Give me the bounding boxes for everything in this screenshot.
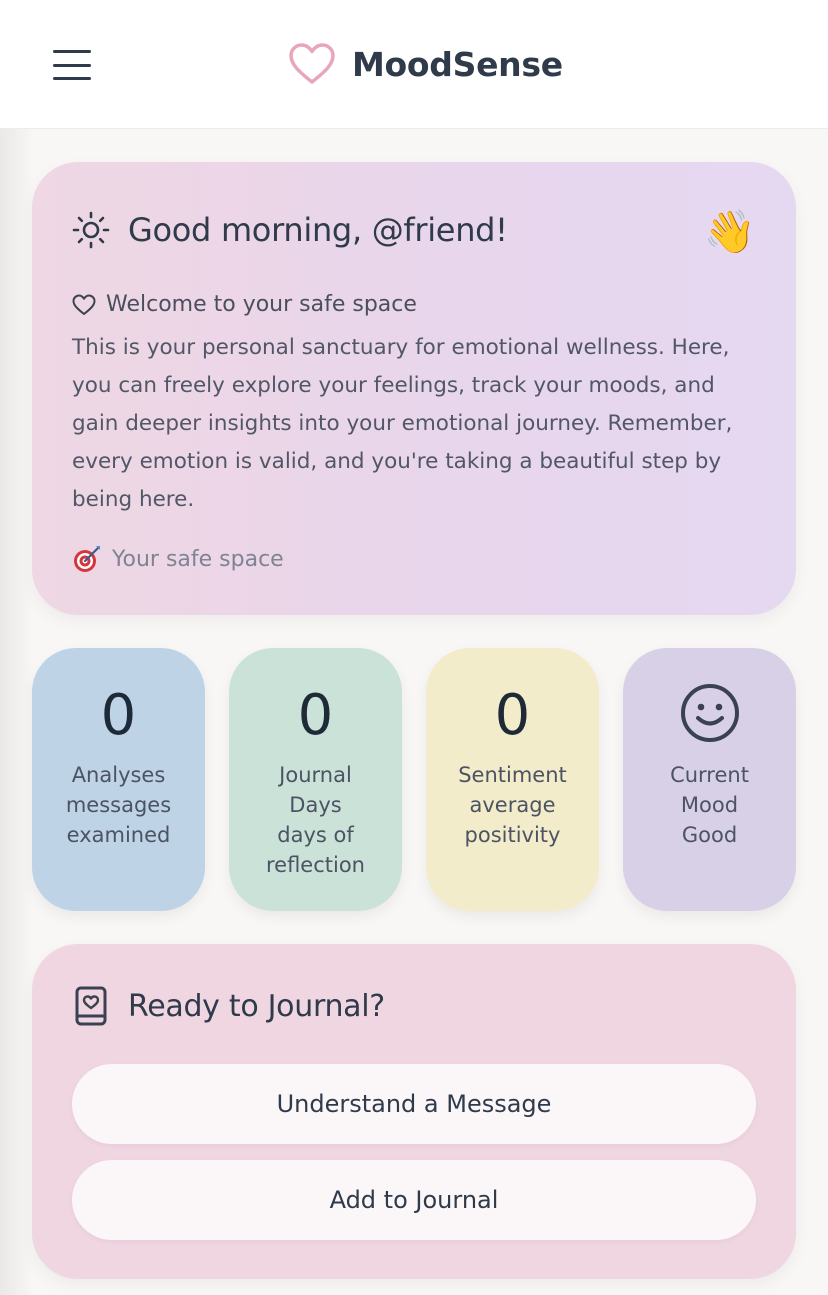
- stat-label: Journal Days: [279, 763, 352, 817]
- add-to-journal-button[interactable]: Add to Journal: [72, 1160, 756, 1240]
- stat-sub: messages examined: [32, 790, 205, 850]
- journal-book-icon: [75, 986, 107, 1026]
- welcome-body: This is your personal sanctuary for emot…: [72, 335, 733, 512]
- stat-sub-text: messages examined: [65, 793, 172, 847]
- stat-value: 0: [297, 683, 334, 748]
- stat-value: 0: [100, 683, 137, 748]
- heart-outline-icon: [289, 43, 335, 84]
- stat-card-current-mood[interactable]: Current Mood Good: [623, 648, 796, 911]
- waving-hand-icon: 👋: [703, 207, 756, 256]
- journal-title-row: Ready to Journal?: [74, 986, 385, 1026]
- edge-shadow: [0, 0, 34, 1295]
- stat-value: 0: [494, 683, 531, 748]
- safe-space-footer-text: Your safe space: [112, 546, 284, 572]
- hamburger-menu-icon[interactable]: [52, 48, 92, 82]
- stat-label: Analyses: [71, 763, 166, 787]
- sun-icon: [72, 211, 110, 249]
- top-bar: MoodSense: [0, 0, 828, 129]
- stat-label: Sentiment: [458, 763, 567, 787]
- stat-card-sentiment[interactable]: 0 Sentiment average positivity: [426, 648, 599, 911]
- stat-card-journal-days[interactable]: 0 Journal Days days of reflection: [229, 648, 402, 911]
- menu-line: [53, 50, 91, 53]
- journal-title: Ready to Journal?: [128, 988, 385, 1024]
- journal-card: Ready to Journal? Understand a Message A…: [32, 944, 796, 1279]
- stat-sub: days of reflection: [265, 823, 365, 877]
- menu-line: [53, 77, 91, 80]
- menu-line: [53, 63, 91, 67]
- heart-outline-icon: [72, 294, 96, 315]
- app-name: MoodSense: [352, 44, 563, 84]
- stat-label: Current Mood: [670, 763, 749, 817]
- brand-logo[interactable]: MoodSense: [288, 40, 563, 88]
- safe-space-row: Welcome to your safe space: [72, 292, 417, 317]
- safe-space-footer: Your safe space: [72, 544, 284, 574]
- stat-card-analyses[interactable]: 0 Analyses messages examined: [32, 648, 205, 911]
- greeting-text: Good morning, @friend!: [128, 211, 508, 249]
- stat-sub: average positivity: [464, 793, 561, 847]
- greeting-row: Good morning, @friend!: [72, 208, 508, 252]
- welcome-card: Good morning, @friend! 👋 Welcome to your…: [32, 162, 796, 615]
- app-screen: MoodSense Good morning, @friend! 👋 Welco…: [0, 0, 828, 1295]
- safe-space-title: Welcome to your safe space: [106, 292, 417, 317]
- stat-sub: Good: [681, 823, 738, 847]
- understand-message-button[interactable]: Understand a Message: [72, 1064, 756, 1144]
- smile-face-icon: [681, 684, 739, 742]
- target-icon: [74, 546, 100, 572]
